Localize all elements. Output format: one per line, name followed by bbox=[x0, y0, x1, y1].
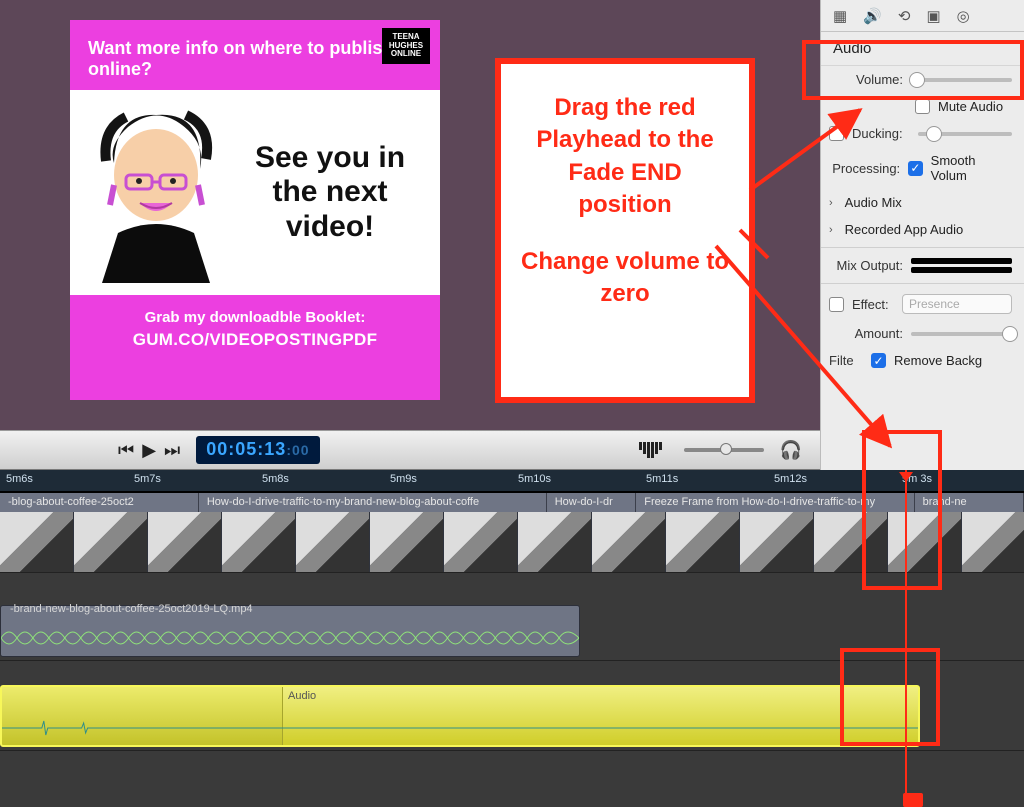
rewind-button[interactable]: ⏮ bbox=[118, 440, 134, 461]
annotation-box-audioclip bbox=[840, 648, 940, 746]
badge-line: ONLINE bbox=[391, 50, 421, 59]
timing-tab-icon[interactable]: ⟲ bbox=[898, 7, 911, 25]
brand-badge: TEENA HUGHES ONLINE bbox=[382, 28, 430, 64]
playhead-marker-icon bbox=[903, 793, 923, 807]
canvas-bottom-line1: Grab my downloadble Booklet: bbox=[80, 309, 430, 326]
ducking-slider[interactable] bbox=[918, 132, 1012, 136]
audio-tab-icon[interactable]: 🔊 bbox=[863, 7, 882, 25]
filter-label: Filte bbox=[829, 353, 863, 368]
video-thumbnail bbox=[962, 512, 1024, 572]
ruler-tick: 5m6s bbox=[6, 473, 33, 485]
ruler-tick: 5m10s bbox=[518, 473, 551, 485]
canvas-bottom-line2: GUM.CO/VIDEOPOSTINGPDF bbox=[80, 330, 430, 350]
video-thumbnail bbox=[0, 512, 74, 572]
video-clip-label[interactable]: How-do-I-dr bbox=[547, 493, 637, 512]
smooth-volume-checkbox[interactable]: ✓ bbox=[908, 161, 923, 176]
smooth-volume-label: Smooth Volum bbox=[931, 153, 1012, 183]
recorded-audio-disclosure[interactable]: › Recorded App Audio bbox=[821, 216, 1024, 243]
headphones-icon[interactable]: 🎧 bbox=[780, 440, 802, 461]
canvas-card: Want more info on where to publish onlin… bbox=[70, 20, 440, 400]
avatar bbox=[86, 103, 226, 283]
annotation-box-volume bbox=[802, 40, 1024, 100]
video-thumbnail bbox=[370, 512, 444, 572]
video-thumbnail bbox=[148, 512, 222, 572]
annotation-box-playhead bbox=[862, 430, 942, 590]
video-thumbnail bbox=[740, 512, 814, 572]
inspector-tabs[interactable]: ▦ 🔊 ⟲ ▣ ◎ bbox=[821, 0, 1024, 32]
ruler-tick: 5m12s bbox=[774, 473, 807, 485]
output-meter-icon bbox=[639, 442, 662, 458]
timecode-main: 00:05:13 bbox=[206, 439, 286, 459]
ruler-tick: 5m11s bbox=[646, 473, 678, 485]
mix-output-meter bbox=[911, 258, 1012, 273]
canvas-mid-text: See you in the next video! bbox=[236, 141, 424, 245]
video-thumbnail bbox=[518, 512, 592, 572]
timecode-frames: :00 bbox=[286, 442, 309, 458]
output-volume-slider[interactable] bbox=[684, 448, 764, 452]
video-thumbnail bbox=[222, 512, 296, 572]
play-button[interactable]: ▶ bbox=[142, 440, 156, 461]
amount-slider[interactable] bbox=[911, 332, 1012, 336]
chevron-right-icon: › bbox=[829, 197, 833, 209]
remove-background-checkbox[interactable]: ✓ bbox=[871, 353, 886, 368]
ruler-tick: 5m9s bbox=[390, 473, 417, 485]
ruler-tick: 5m7s bbox=[134, 473, 161, 485]
pointer-tab-icon[interactable]: ◎ bbox=[957, 7, 970, 25]
audio2-clip[interactable]: Audio bbox=[0, 685, 920, 747]
crop-tab-icon[interactable]: ▣ bbox=[926, 7, 940, 25]
audio-mix-disclosure[interactable]: › Audio Mix bbox=[821, 189, 1024, 216]
mute-audio-label: Mute Audio bbox=[938, 99, 1003, 114]
effect-checkbox[interactable] bbox=[829, 297, 844, 312]
video-clip-label[interactable]: How-do-I-drive-traffic-to-my-brand-new-b… bbox=[199, 493, 547, 512]
timecode-display: 00:05:13:00 bbox=[196, 436, 319, 464]
effect-label: Effect: bbox=[852, 297, 894, 312]
callout-line2: Change volume to zero bbox=[519, 246, 731, 311]
chevron-right-icon: › bbox=[829, 224, 833, 236]
forward-button[interactable]: ⏭ bbox=[164, 440, 180, 461]
video-tab-icon[interactable]: ▦ bbox=[833, 7, 847, 25]
canvas-top: Want more info on where to publish onlin… bbox=[70, 20, 440, 90]
processing-label: Processing: bbox=[829, 161, 900, 176]
mute-audio-checkbox[interactable] bbox=[915, 99, 930, 114]
mix-output-label: Mix Output: bbox=[829, 258, 903, 273]
callout-line1: Drag the red Playhead to the Fade END po… bbox=[519, 92, 731, 222]
video-thumbnail bbox=[666, 512, 740, 572]
audio1-clip-label: -brand-new-blog-about-coffee-25oct2019-L… bbox=[4, 599, 259, 619]
canvas-bottom: Grab my downloadble Booklet: GUM.CO/VIDE… bbox=[70, 295, 440, 364]
amount-label: Amount: bbox=[829, 326, 903, 341]
video-thumbnail bbox=[444, 512, 518, 572]
audio-mix-label: Audio Mix bbox=[845, 195, 902, 210]
video-preview: Want more info on where to publish onlin… bbox=[0, 0, 820, 430]
recorded-audio-label: Recorded App Audio bbox=[845, 222, 964, 237]
audio2-segment-label: Audio bbox=[288, 690, 316, 702]
canvas-top-text: Want more info on where to publish onlin… bbox=[88, 38, 393, 79]
video-thumbnail bbox=[592, 512, 666, 572]
remove-background-label: Remove Backg bbox=[894, 353, 982, 368]
effect-select[interactable]: Presence bbox=[902, 294, 1012, 314]
ruler-tick: 5m8s bbox=[262, 473, 289, 485]
video-thumbnail bbox=[74, 512, 148, 572]
ducking-checkbox[interactable] bbox=[829, 126, 844, 141]
video-thumbnail bbox=[296, 512, 370, 572]
video-clip-label[interactable]: -blog-about-coffee-25oct2 bbox=[0, 493, 199, 512]
ducking-label: Ducking: bbox=[852, 126, 910, 141]
canvas-mid: See you in the next video! bbox=[70, 90, 440, 295]
annotation-callout: Drag the red Playhead to the Fade END po… bbox=[495, 58, 755, 403]
playback-bar: ⏮ ▶ ⏭ 00:05:13:00 🎧 bbox=[0, 430, 820, 470]
